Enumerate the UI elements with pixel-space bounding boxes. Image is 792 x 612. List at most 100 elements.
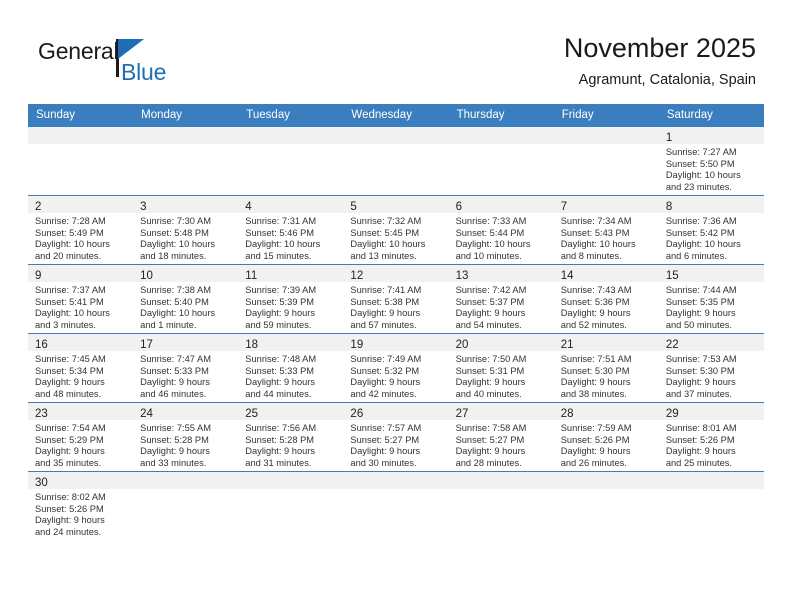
day-cell-details: Sunrise: 7:53 AM Sunset: 5:30 PM Daylight:…	[659, 351, 764, 400]
day-cell-inner: 8 Sunrise: 7:36 AM Sunset: 5:42 PM Daylight…	[658, 196, 764, 264]
day-cell-inner: 20 Sunrise: 7:50 AM Sunset: 5:31 PM Dayligh…	[448, 334, 554, 402]
day-cell-details	[343, 144, 448, 147]
calendar-day-cell[interactable]: 19 Sunrise: 7:49 AM Sunset: 5:32 PM Dayligh…	[343, 333, 449, 403]
day-cell-details	[343, 489, 448, 492]
weekday-header-monday: Monday	[133, 104, 239, 127]
daylight-text-line1: Daylight: 9 hours	[245, 377, 316, 388]
calendar-day-cell[interactable]: 3 Sunrise: 7:30 AM Sunset: 5:48 PM Daylight…	[133, 195, 239, 265]
sunrise-text: Sunrise: 7:31 AM	[245, 216, 317, 226]
day-number-band	[343, 472, 449, 489]
title-block: November 2025 Agramunt, Catalonia, Spain	[564, 32, 756, 90]
sunrise-text: Sunrise: 7:50 AM	[455, 354, 527, 364]
calendar-day-cell[interactable]: 9 Sunrise: 7:37 AM Sunset: 5:41 PM Daylight…	[28, 264, 134, 334]
daylight-text-line1: Daylight: 9 hours	[455, 377, 526, 388]
sunrise-text: Sunrise: 7:32 AM	[350, 216, 422, 226]
general-blue-logo[interactable]: General Blue	[38, 38, 218, 90]
calendar-day-cell[interactable]: 7 Sunrise: 7:34 AM Sunset: 5:43 PM Daylight…	[553, 195, 659, 265]
day-cell-inner: 12 Sunrise: 7:41 AM Sunset: 5:38 PM Dayligh…	[343, 265, 449, 333]
day-number-band	[238, 127, 344, 144]
calendar-day-cell[interactable]: 23 Sunrise: 7:54 AM Sunset: 5:29 PM Dayligh…	[28, 402, 134, 472]
day-number-band: 22	[658, 334, 764, 351]
sunrise-text: Sunrise: 8:01 AM	[665, 423, 737, 433]
daylight-text-line2: and 37 minutes.	[665, 388, 732, 399]
calendar-week-row: 9 Sunrise: 7:37 AM Sunset: 5:41 PM Daylight…	[28, 264, 764, 334]
daylight-text-line1: Daylight: 9 hours	[140, 377, 210, 388]
daylight-text-line1: Daylight: 10 hours	[140, 239, 216, 250]
day-number: 2	[35, 201, 42, 213]
day-number-band	[448, 472, 554, 489]
calendar-day-cell-empty	[238, 471, 344, 540]
sunrise-text: Sunrise: 7:43 AM	[560, 285, 632, 295]
calendar-day-cell[interactable]: 27 Sunrise: 7:58 AM Sunset: 5:27 PM Dayligh…	[448, 402, 554, 472]
calendar-day-cell[interactable]: 8 Sunrise: 7:36 AM Sunset: 5:42 PM Daylight…	[658, 195, 764, 265]
calendar-day-cell[interactable]: 17 Sunrise: 7:47 AM Sunset: 5:33 PM Dayligh…	[133, 333, 239, 403]
day-cell-inner	[238, 472, 344, 540]
weekday-header-saturday: Saturday	[658, 104, 764, 127]
calendar-day-cell[interactable]: 18 Sunrise: 7:48 AM Sunset: 5:33 PM Dayligh…	[238, 333, 344, 403]
day-number: 28	[560, 408, 574, 420]
calendar-day-cell[interactable]: 15 Sunrise: 7:44 AM Sunset: 5:35 PM Dayligh…	[658, 264, 764, 334]
day-cell-details: Sunrise: 7:58 AM Sunset: 5:27 PM Daylight:…	[449, 420, 554, 469]
day-number-band: 4	[238, 196, 344, 213]
day-number-band: 5	[343, 196, 449, 213]
calendar-day-cell[interactable]: 25 Sunrise: 7:56 AM Sunset: 5:28 PM Dayligh…	[238, 402, 344, 472]
sunrise-text: Sunrise: 7:36 AM	[665, 216, 737, 226]
day-cell-inner: 2 Sunrise: 7:28 AM Sunset: 5:49 PM Daylight…	[28, 196, 134, 264]
day-cell-details: Sunrise: 7:34 AM Sunset: 5:43 PM Daylight:…	[554, 213, 659, 262]
day-cell-inner: 16 Sunrise: 7:45 AM Sunset: 5:34 PM Dayligh…	[28, 334, 134, 402]
day-cell-inner: 14 Sunrise: 7:43 AM Sunset: 5:36 PM Dayligh…	[553, 265, 659, 333]
calendar-day-cell[interactable]: 10 Sunrise: 7:38 AM Sunset: 5:40 PM Dayligh…	[133, 264, 239, 334]
calendar-day-cell[interactable]: 30 Sunrise: 8:02 AM Sunset: 5:26 PM Dayligh…	[28, 471, 134, 540]
calendar-day-cell[interactable]: 24 Sunrise: 7:55 AM Sunset: 5:28 PM Dayligh…	[133, 402, 239, 472]
calendar-day-cell[interactable]: 4 Sunrise: 7:31 AM Sunset: 5:46 PM Daylight…	[238, 195, 344, 265]
daylight-text-line2: and 26 minutes.	[560, 457, 627, 468]
day-cell-inner: 21 Sunrise: 7:51 AM Sunset: 5:30 PM Dayligh…	[553, 334, 659, 402]
calendar-week-row: 1 Sunrise: 7:27 AM Sunset: 5:50 PM Daylight…	[28, 126, 764, 196]
day-cell-inner: 22 Sunrise: 7:53 AM Sunset: 5:30 PM Dayligh…	[658, 334, 764, 402]
sunrise-text: Sunrise: 7:47 AM	[140, 354, 211, 364]
calendar-day-cell[interactable]: 28 Sunrise: 7:59 AM Sunset: 5:26 PM Dayligh…	[553, 402, 659, 472]
calendar-day-cell[interactable]: 21 Sunrise: 7:51 AM Sunset: 5:30 PM Dayligh…	[553, 333, 659, 403]
day-number: 21	[560, 339, 574, 351]
calendar-day-cell[interactable]: 14 Sunrise: 7:43 AM Sunset: 5:36 PM Dayligh…	[553, 264, 659, 334]
day-cell-inner: 9 Sunrise: 7:37 AM Sunset: 5:41 PM Daylight…	[28, 265, 134, 333]
daylight-text-line1: Daylight: 10 hours	[350, 239, 426, 250]
calendar-week-row: 2 Sunrise: 7:28 AM Sunset: 5:49 PM Daylight…	[28, 195, 764, 265]
calendar-day-cell[interactable]: 1 Sunrise: 7:27 AM Sunset: 5:50 PM Daylight…	[658, 126, 764, 196]
weekday-header-sunday: Sunday	[28, 104, 134, 127]
daylight-text-line2: and 38 minutes.	[560, 388, 627, 399]
calendar-day-cell[interactable]: 20 Sunrise: 7:50 AM Sunset: 5:31 PM Dayligh…	[448, 333, 554, 403]
day-cell-details: Sunrise: 7:42 AM Sunset: 5:37 PM Daylight:…	[449, 282, 554, 331]
day-number-band: 26	[343, 403, 449, 420]
calendar-day-cell[interactable]: 5 Sunrise: 7:32 AM Sunset: 5:45 PM Daylight…	[343, 195, 449, 265]
daylight-text-line1: Daylight: 9 hours	[35, 377, 105, 388]
calendar-day-cell[interactable]: 6 Sunrise: 7:33 AM Sunset: 5:44 PM Daylight…	[448, 195, 554, 265]
day-cell-inner: 5 Sunrise: 7:32 AM Sunset: 5:45 PM Daylight…	[343, 196, 449, 264]
calendar-day-cell[interactable]: 12 Sunrise: 7:41 AM Sunset: 5:38 PM Dayligh…	[343, 264, 449, 334]
daylight-text-line1: Daylight: 9 hours	[455, 308, 526, 319]
calendar-day-cell[interactable]: 29 Sunrise: 8:01 AM Sunset: 5:26 PM Dayligh…	[658, 402, 764, 472]
day-number-band: 1	[658, 127, 764, 144]
day-cell-inner: 7 Sunrise: 7:34 AM Sunset: 5:43 PM Daylight…	[553, 196, 659, 264]
calendar-day-cell[interactable]: 2 Sunrise: 7:28 AM Sunset: 5:49 PM Daylight…	[28, 195, 134, 265]
day-cell-details	[659, 489, 764, 492]
day-number-band: 14	[553, 265, 659, 282]
daylight-text-line2: and 23 minutes.	[665, 181, 732, 192]
calendar-day-cell[interactable]: 11 Sunrise: 7:39 AM Sunset: 5:39 PM Dayligh…	[238, 264, 344, 334]
day-number-band: 23	[28, 403, 134, 420]
daylight-text-line2: and 33 minutes.	[140, 457, 207, 468]
day-cell-details: Sunrise: 7:28 AM Sunset: 5:49 PM Daylight:…	[28, 213, 133, 262]
daylight-text-line2: and 31 minutes.	[245, 457, 312, 468]
day-number-band	[658, 472, 764, 489]
daylight-text-line2: and 25 minutes.	[665, 457, 732, 468]
day-cell-details: Sunrise: 7:48 AM Sunset: 5:33 PM Daylight:…	[238, 351, 343, 400]
calendar-day-cell[interactable]: 22 Sunrise: 7:53 AM Sunset: 5:30 PM Dayligh…	[658, 333, 764, 403]
calendar-page: General Blue November 2025 Agramunt, Cat…	[0, 0, 792, 612]
day-cell-inner	[553, 472, 659, 540]
sunset-text: Sunset: 5:38 PM	[350, 296, 420, 307]
sunset-text: Sunset: 5:30 PM	[665, 365, 735, 376]
calendar-day-cell[interactable]: 13 Sunrise: 7:42 AM Sunset: 5:37 PM Dayligh…	[448, 264, 554, 334]
calendar-day-cell[interactable]: 26 Sunrise: 7:57 AM Sunset: 5:27 PM Dayligh…	[343, 402, 449, 472]
weekday-header-tuesday: Tuesday	[238, 104, 344, 127]
calendar-day-cell[interactable]: 16 Sunrise: 7:45 AM Sunset: 5:34 PM Dayligh…	[28, 333, 134, 403]
